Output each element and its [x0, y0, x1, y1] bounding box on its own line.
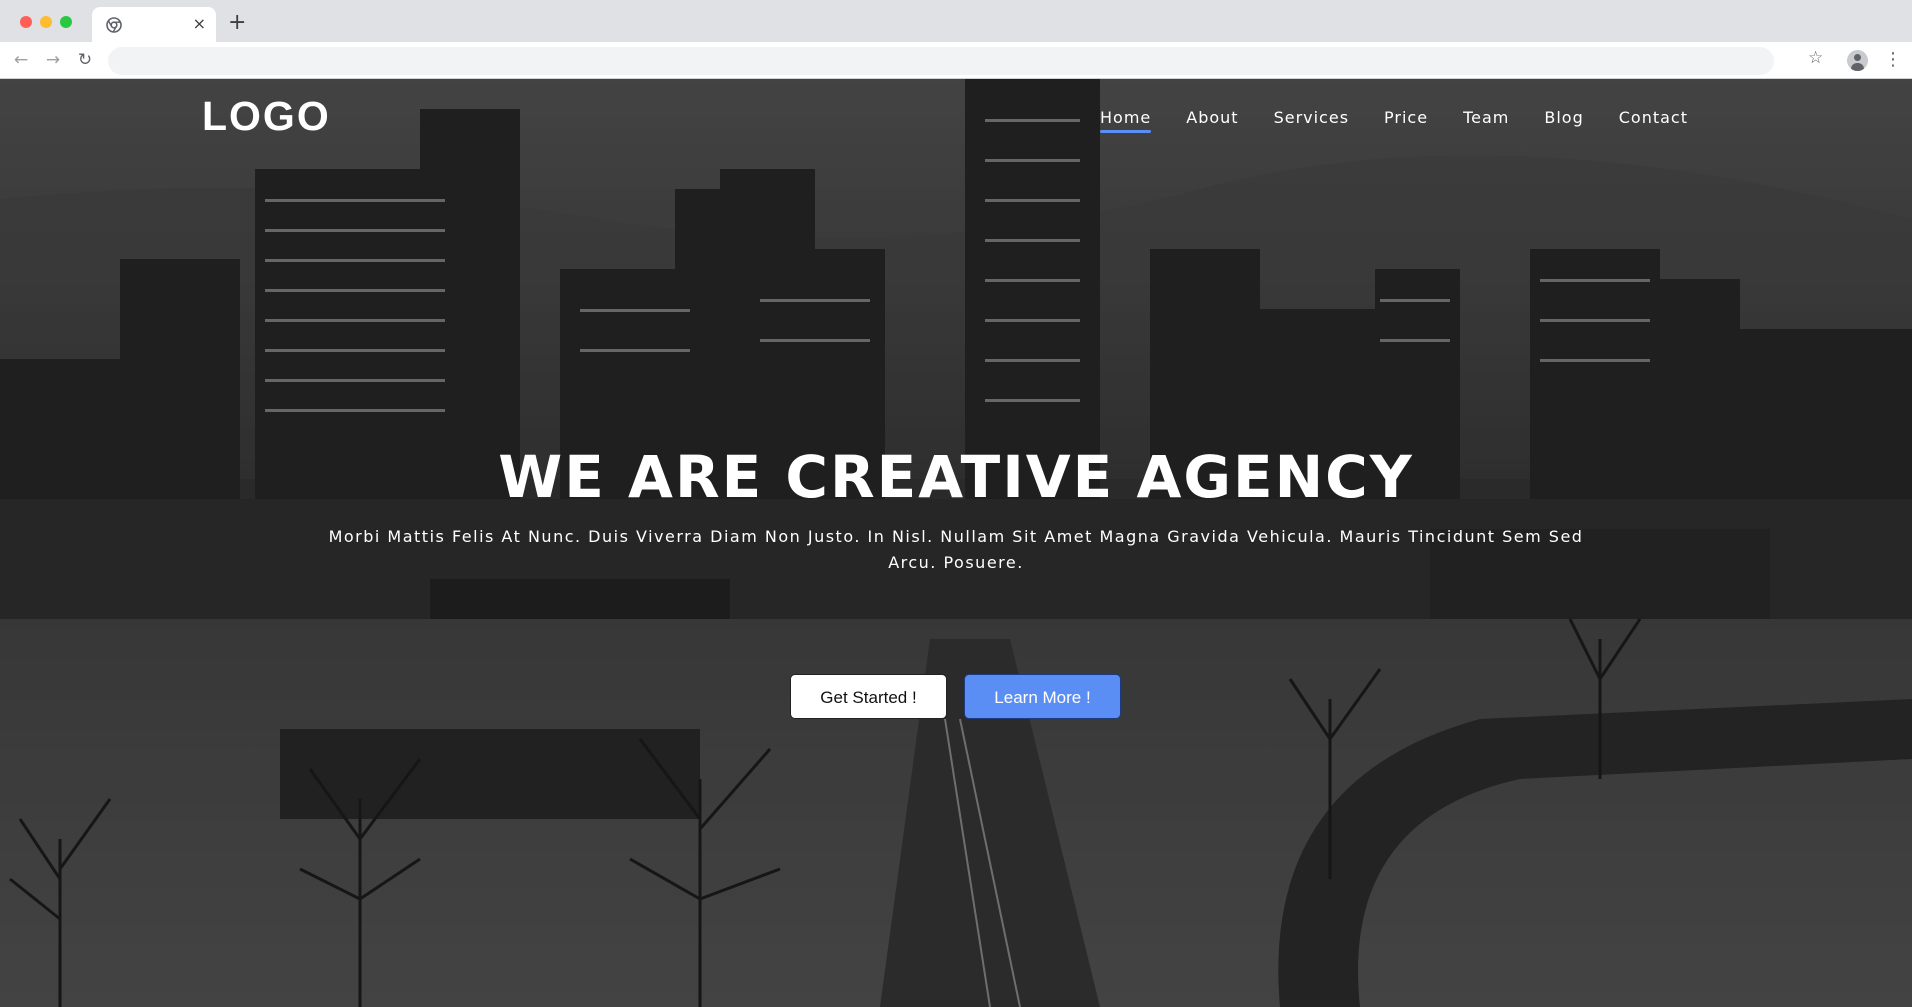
nav-blog[interactable]: Blog — [1544, 108, 1583, 133]
hero-subtitle: Morbi Mattis Felis At Nunc. Duis Viverra… — [328, 527, 1584, 572]
nav-services[interactable]: Services — [1274, 108, 1349, 133]
close-tab-icon[interactable]: × — [193, 14, 206, 34]
browser-chrome: × + ← → ↻ ☆ ⋮ — [0, 0, 1912, 79]
bookmark-star-icon[interactable]: ☆ — [1808, 48, 1823, 68]
profile-avatar-icon[interactable] — [1847, 50, 1868, 71]
hero-section: LOGO Home About Services Price Team Blog… — [0, 79, 1912, 1007]
chrome-icon — [106, 17, 122, 33]
back-arrow-icon[interactable]: ← — [10, 49, 32, 71]
hero-title: WE ARE CREATIVE AGENCY — [498, 443, 1414, 511]
learn-more-button[interactable]: Learn More ! — [964, 674, 1121, 719]
close-window-button[interactable] — [20, 16, 32, 28]
forward-arrow-icon[interactable]: → — [42, 49, 64, 71]
nav-team[interactable]: Team — [1463, 108, 1509, 133]
browser-toolbar: ← → ↻ ☆ ⋮ — [0, 42, 1912, 79]
nav-contact[interactable]: Contact — [1619, 108, 1688, 133]
reload-icon[interactable]: ↻ — [74, 49, 96, 71]
tab-strip: × + — [0, 0, 1912, 42]
address-bar[interactable] — [108, 47, 1774, 75]
new-tab-icon[interactable]: + — [228, 11, 246, 35]
nav-about[interactable]: About — [1186, 108, 1238, 133]
nav-home[interactable]: Home — [1100, 108, 1152, 133]
site-logo[interactable]: LOGO — [202, 93, 331, 140]
browser-tab[interactable]: × — [92, 7, 216, 42]
browser-menu-icon[interactable]: ⋮ — [1884, 49, 1902, 71]
maximize-window-button[interactable] — [60, 16, 72, 28]
nav-price[interactable]: Price — [1384, 108, 1428, 133]
window-controls — [20, 16, 72, 28]
main-nav: Home About Services Price Team Blog Cont… — [1100, 108, 1723, 133]
get-started-button[interactable]: Get Started ! — [790, 674, 947, 719]
minimize-window-button[interactable] — [40, 16, 52, 28]
